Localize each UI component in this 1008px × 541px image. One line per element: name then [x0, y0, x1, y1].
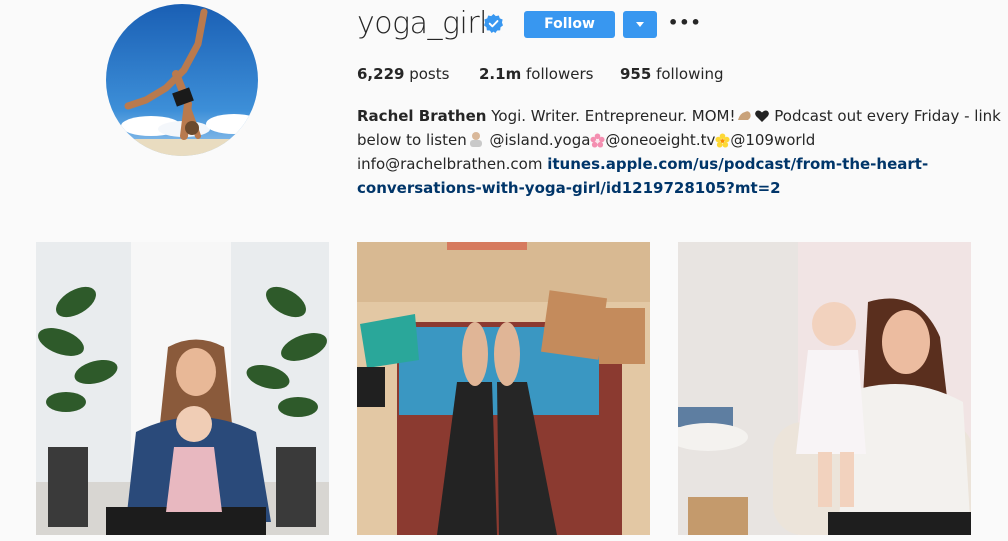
blossom-emoji-icon [715, 133, 730, 148]
post-mother-baby-pink[interactable] [678, 242, 971, 535]
full-name: Rachel Brathen [357, 107, 487, 125]
profile-bio: Rachel Brathen Yogi. Writer. Entrepreneu… [357, 104, 1001, 200]
black-heart-emoji-icon [754, 110, 769, 122]
bio-text-1: Yogi. Writer. Entrepreneur. MOM! [491, 107, 736, 125]
post-mother-baby-plants[interactable] [36, 242, 329, 535]
verified-badge-icon [484, 14, 503, 33]
profile-page: yoga_girl Follow ••• 6,229 posts 2.1m fo… [0, 0, 1008, 541]
following-label: following [656, 65, 724, 83]
mention-109world[interactable]: @109world [730, 131, 815, 149]
followers-label: followers [525, 65, 594, 83]
followers-stat[interactable]: 2.1m followers [479, 65, 593, 83]
more-options-icon[interactable]: ••• [668, 13, 701, 33]
follow-button[interactable]: Follow [524, 11, 615, 38]
bio-text-3: below to listen [357, 131, 467, 149]
podcast-link[interactable]: itunes.apple.com/us/podcast/from-the-hea… [547, 155, 928, 173]
podcast-link-continued[interactable]: conversations-with-yoga-girl/id121972810… [357, 179, 781, 197]
mention-oneoeight[interactable]: @oneoeight.tv [605, 131, 715, 149]
mention-island-yoga[interactable]: @island.yoga [490, 131, 591, 149]
posts-count: 6,229 [357, 65, 405, 83]
following-stat[interactable]: 955 following [620, 65, 724, 83]
avatar[interactable] [106, 4, 258, 156]
bio-text-2: Podcast out every Friday - link [774, 107, 1001, 125]
suggestions-dropdown-button[interactable] [623, 11, 657, 38]
following-count: 955 [620, 65, 652, 83]
email-text: info@rachelbrathen.com [357, 155, 543, 173]
cherry-blossom-emoji-icon [590, 133, 605, 148]
username: yoga_girl [357, 6, 488, 41]
flexed-arm-emoji-icon [737, 111, 751, 120]
followers-count: 2.1m [479, 65, 522, 83]
chevron-down-icon [636, 22, 644, 27]
person-praying-emoji-icon [469, 132, 482, 147]
posts-label: posts [409, 65, 450, 83]
posts-stat: 6,229 posts [357, 65, 449, 83]
post-yoga-mat-feet[interactable] [357, 242, 650, 535]
